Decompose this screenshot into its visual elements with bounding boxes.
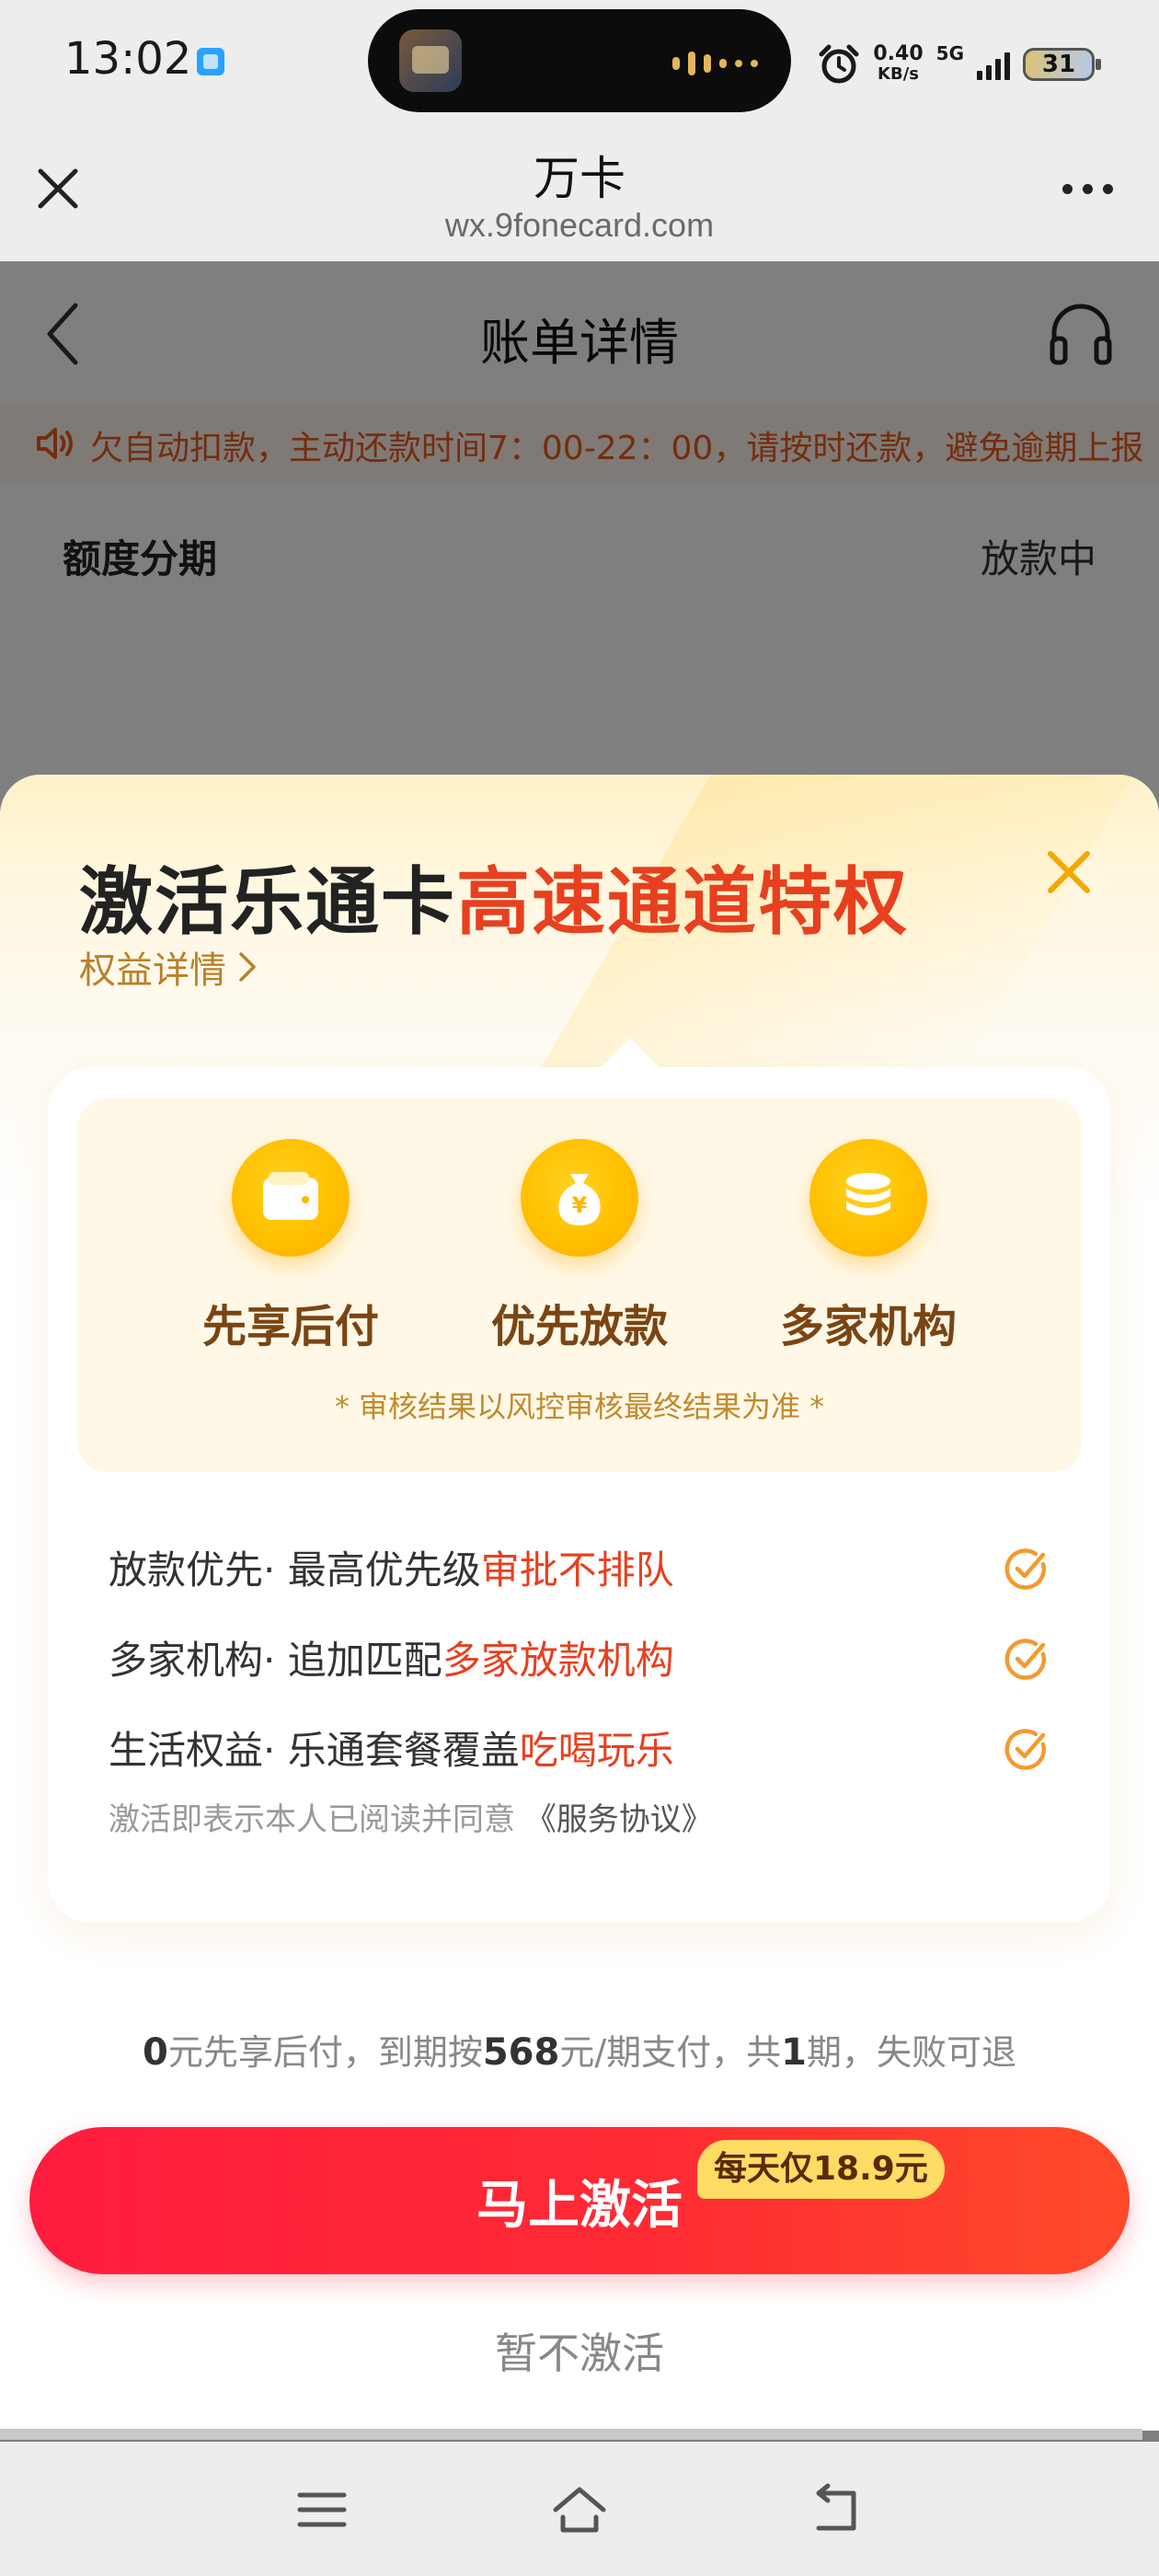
price-info: 0元先享后付，到期按568元/期支付，共1期，失败可退 bbox=[0, 2024, 1159, 2075]
agreement-text: 激活即表示本人已阅读并同意 《服务协议》 bbox=[109, 1794, 713, 1839]
wallet-icon bbox=[232, 1139, 350, 1257]
perk-highlight: 多家放款机构 bbox=[442, 1637, 674, 1683]
perk-list: 放款优先· 最高优先级 审批不排队 多家机构· 追加匹配 多家放款机构 生活权益· … bbox=[109, 1522, 1050, 1792]
feature-box: 先享后付 ¥ 优先放款 多家机构 * 审核结果以风控审核最终结果为准 * bbox=[77, 1098, 1082, 1472]
more-options-icon[interactable] bbox=[1062, 184, 1113, 194]
feature-item: ¥ 优先放款 bbox=[442, 1139, 717, 1354]
skip-activation-button[interactable]: 暂不激活 bbox=[0, 2320, 1159, 2381]
popup-title-main: 激活乐通卡 bbox=[79, 859, 456, 945]
notification-app-icon bbox=[197, 48, 224, 75]
network-type: 5G bbox=[935, 42, 964, 64]
benefit-card: 先享后付 ¥ 优先放款 多家机构 * 审核结果以风控审核最终结果为准 * 放款优… bbox=[48, 1038, 1111, 1923]
chevron-right-icon bbox=[239, 952, 256, 982]
close-icon[interactable] bbox=[1043, 846, 1095, 898]
perk-text: 生活权益· 乐通套餐覆盖 bbox=[109, 1727, 520, 1773]
perk-text: 多家机构· 追加匹配 bbox=[109, 1637, 442, 1683]
price-text-1: 元先享后付，到期按 bbox=[167, 2032, 483, 2073]
money-bag-icon: ¥ bbox=[521, 1139, 638, 1257]
battery-level: 31 bbox=[1041, 51, 1076, 78]
perk-highlight: 审批不排队 bbox=[480, 1547, 674, 1593]
price-periods: 1 bbox=[781, 2031, 807, 2074]
dynamic-island[interactable] bbox=[368, 9, 791, 112]
network-speed: 0.40 KB/s bbox=[873, 44, 923, 85]
browser-header: 万卡 wx.9fonecard.com bbox=[0, 129, 1159, 261]
activate-label: 马上激活 bbox=[476, 2176, 683, 2236]
popup-title: 激活乐通卡高速通道特权 bbox=[79, 843, 909, 949]
price-amount: 568 bbox=[482, 2031, 560, 2074]
review-note: * 审核结果以风控审核最终结果为准 * bbox=[334, 1389, 825, 1424]
browser-url: wx.9fonecard.com bbox=[444, 206, 715, 244]
agreement-label: 激活即表示本人已阅读并同意 bbox=[109, 1801, 515, 1838]
status-time: 13:02 bbox=[64, 33, 192, 85]
perk-item: 多家机构· 追加匹配 多家放款机构 bbox=[109, 1612, 1050, 1702]
perk-item: 放款优先· 最高优先级 审批不排队 bbox=[109, 1522, 1050, 1612]
feature-item: 多家机构 bbox=[730, 1139, 1006, 1354]
coins-stack-icon bbox=[809, 1139, 927, 1257]
home-icon[interactable] bbox=[550, 2480, 609, 2539]
activate-button[interactable]: 马上激活 每天仅18.9元 bbox=[29, 2127, 1130, 2274]
activation-popup: 激活乐通卡高速通道特权 权益详情 先享后付 ¥ 优先放款 多家机构 * 审核结果… bbox=[0, 775, 1159, 2431]
svg-text:¥: ¥ bbox=[572, 1192, 588, 1218]
nav-divider bbox=[0, 2429, 1142, 2440]
network-speed-unit: KB/s bbox=[878, 64, 919, 84]
navigation-bar bbox=[0, 2442, 1159, 2576]
check-circle-icon bbox=[1004, 1729, 1046, 1770]
daily-price-badge: 每天仅18.9元 bbox=[697, 2140, 945, 2199]
alarm-icon bbox=[819, 44, 859, 84]
popup-title-accent: 高速通道特权 bbox=[456, 859, 909, 945]
signal-icon bbox=[977, 49, 1010, 80]
check-circle-icon bbox=[1004, 1639, 1046, 1680]
price-zero: 0 bbox=[142, 2031, 168, 2074]
menu-icon[interactable] bbox=[293, 2480, 351, 2539]
network-speed-value: 0.40 bbox=[873, 42, 924, 65]
check-circle-icon bbox=[1004, 1548, 1046, 1590]
service-agreement-link[interactable]: 《服务协议》 bbox=[525, 1801, 713, 1838]
benefit-details-link[interactable]: 权益详情 bbox=[79, 940, 258, 994]
feature-label: 优先放款 bbox=[490, 1301, 668, 1352]
price-text-3: 期，失败可退 bbox=[807, 2032, 1017, 2073]
audio-wave-icon bbox=[672, 52, 758, 75]
status-icons: 0.40 KB/s 5G 31 bbox=[818, 37, 1101, 92]
feature-label: 先享后付 bbox=[201, 1301, 379, 1352]
perk-highlight: 吃喝玩乐 bbox=[519, 1727, 674, 1773]
price-text-2: 元/期支付，共 bbox=[559, 2032, 782, 2073]
battery-icon: 31 bbox=[1023, 48, 1101, 81]
feature-item: 先享后付 bbox=[153, 1139, 429, 1354]
back-icon[interactable] bbox=[808, 2480, 866, 2539]
game-thumbnail-icon bbox=[399, 29, 462, 92]
benefit-details-label: 权益详情 bbox=[79, 949, 226, 992]
perk-item: 生活权益· 乐通套餐覆盖 吃喝玩乐 bbox=[109, 1702, 1050, 1792]
feature-label: 多家机构 bbox=[779, 1301, 957, 1352]
browser-title: 万卡 bbox=[534, 152, 625, 205]
status-bar: 13:02 0.40 KB/s 5G 31 bbox=[0, 0, 1159, 129]
perk-text: 放款优先· 最高优先级 bbox=[109, 1547, 481, 1593]
